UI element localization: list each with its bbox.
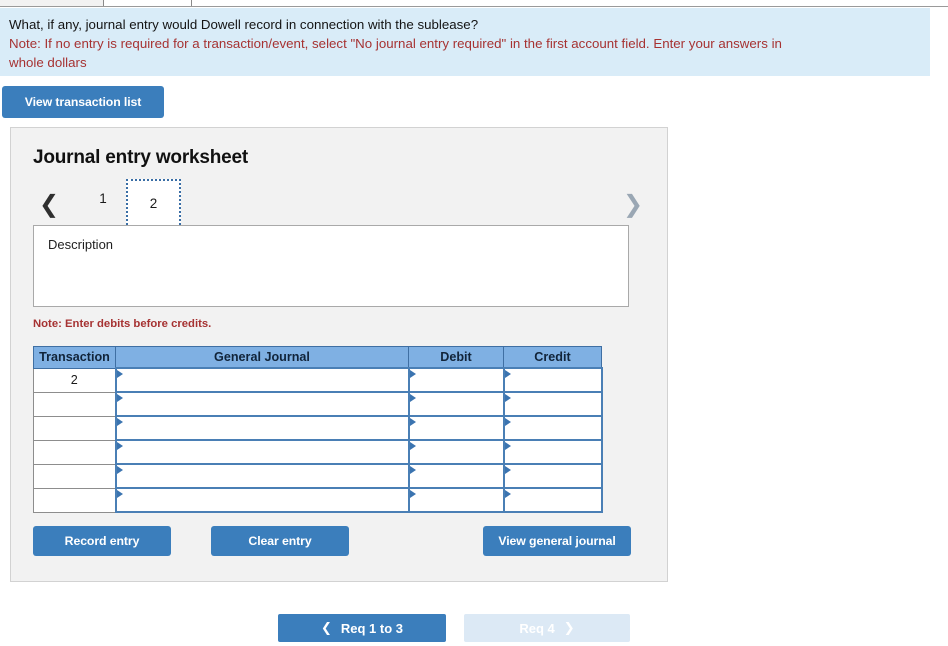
dropdown-marker-icon xyxy=(504,394,511,402)
journal-entry-table-body: 2 xyxy=(33,367,603,513)
question-banner: What, if any, journal entry would Dowell… xyxy=(0,8,930,76)
tab-2[interactable] xyxy=(104,0,192,6)
cell-transaction xyxy=(33,463,116,489)
cell-transaction xyxy=(33,487,116,513)
req-next-button[interactable]: Req 4 ❯ xyxy=(464,614,630,642)
worksheet-title: Journal entry worksheet xyxy=(33,147,249,168)
cell-credit-input[interactable] xyxy=(502,367,603,393)
dropdown-marker-icon xyxy=(409,442,416,450)
dropdown-marker-icon xyxy=(409,466,416,474)
clear-entry-button[interactable]: Clear entry xyxy=(211,526,349,556)
cell-transaction xyxy=(33,439,116,465)
record-entry-button[interactable]: Record entry xyxy=(33,526,171,556)
description-label: Description xyxy=(48,237,114,252)
dropdown-marker-icon xyxy=(116,466,123,474)
chevron-left-icon[interactable]: ❮ xyxy=(39,192,59,216)
dropdown-marker-icon xyxy=(409,418,416,426)
dropdown-marker-icon xyxy=(116,394,123,402)
cell-debit-input[interactable] xyxy=(407,439,505,465)
chevron-right-icon: ❯ xyxy=(563,620,575,636)
column-header-debit: Debit xyxy=(408,346,504,369)
dropdown-marker-icon xyxy=(409,370,416,378)
dropdown-marker-icon xyxy=(504,442,511,450)
question-note-line-1: Note: If no entry is required for a tran… xyxy=(9,36,782,51)
worksheet-page-1[interactable]: 1 xyxy=(89,185,117,213)
debits-before-credits-note: Note: Enter debits before credits. xyxy=(33,318,212,330)
worksheet-page-2-active[interactable]: 2 xyxy=(126,179,181,229)
column-header-transaction: Transaction xyxy=(33,346,116,369)
journal-entry-table: Transaction General Journal Debit Credit… xyxy=(33,346,603,513)
cell-transaction xyxy=(33,391,116,417)
question-note-line-2: whole dollars xyxy=(9,55,87,70)
cell-general-journal-input[interactable] xyxy=(114,415,410,441)
column-header-credit: Credit xyxy=(503,346,602,369)
cell-debit-input[interactable] xyxy=(407,463,505,489)
cell-general-journal-input[interactable] xyxy=(114,391,410,417)
column-header-general-journal: General Journal xyxy=(115,346,409,369)
cell-general-journal-input[interactable] xyxy=(114,367,410,393)
table-row xyxy=(33,463,603,489)
page-root: What, if any, journal entry would Dowell… xyxy=(0,0,948,646)
cell-debit-input[interactable] xyxy=(407,487,505,513)
dropdown-marker-icon xyxy=(409,394,416,402)
chevron-left-icon: ❮ xyxy=(320,620,332,636)
dropdown-marker-icon xyxy=(116,490,123,498)
table-row xyxy=(33,415,603,441)
dropdown-marker-icon xyxy=(409,490,416,498)
cell-credit-input[interactable] xyxy=(502,415,603,441)
tab-3[interactable] xyxy=(192,0,948,6)
table-row xyxy=(33,391,603,417)
dropdown-marker-icon xyxy=(116,418,123,426)
browser-tab-strip xyxy=(0,0,948,7)
table-row xyxy=(33,439,603,465)
chevron-right-icon[interactable]: ❯ xyxy=(623,192,643,216)
req-prev-label: Req 1 to 3 xyxy=(340,620,404,636)
cell-general-journal-input[interactable] xyxy=(114,463,410,489)
dropdown-marker-icon xyxy=(116,370,123,378)
tab-1[interactable] xyxy=(0,0,104,6)
cell-credit-input[interactable] xyxy=(502,439,603,465)
table-row: 2 xyxy=(33,367,603,393)
question-text: What, if any, journal entry would Dowell… xyxy=(9,17,479,32)
table-header-row: Transaction General Journal Debit Credit xyxy=(33,346,602,369)
cell-credit-input[interactable] xyxy=(502,391,603,417)
cell-credit-input[interactable] xyxy=(502,487,603,513)
cell-transaction xyxy=(33,415,116,441)
view-general-journal-button[interactable]: View general journal xyxy=(483,526,631,556)
dropdown-marker-icon xyxy=(504,490,511,498)
cell-general-journal-input[interactable] xyxy=(114,487,410,513)
cell-credit-input[interactable] xyxy=(502,463,603,489)
journal-entry-worksheet-card: Journal entry worksheet ❮ 1 2 ❯ Descript… xyxy=(10,127,668,582)
dropdown-marker-icon xyxy=(116,442,123,450)
view-transaction-list-button[interactable]: View transaction list xyxy=(2,86,164,118)
cell-debit-input[interactable] xyxy=(407,415,505,441)
cell-transaction: 2 xyxy=(33,367,116,393)
req-prev-button[interactable]: ❮ Req 1 to 3 xyxy=(278,614,446,642)
cell-general-journal-input[interactable] xyxy=(114,439,410,465)
table-row xyxy=(33,487,603,513)
description-box[interactable]: Description xyxy=(33,225,629,307)
req-next-label: Req 4 xyxy=(519,620,555,636)
dropdown-marker-icon xyxy=(504,370,511,378)
dropdown-marker-icon xyxy=(504,418,511,426)
cell-debit-input[interactable] xyxy=(407,391,505,417)
cell-debit-input[interactable] xyxy=(407,367,505,393)
dropdown-marker-icon xyxy=(504,466,511,474)
